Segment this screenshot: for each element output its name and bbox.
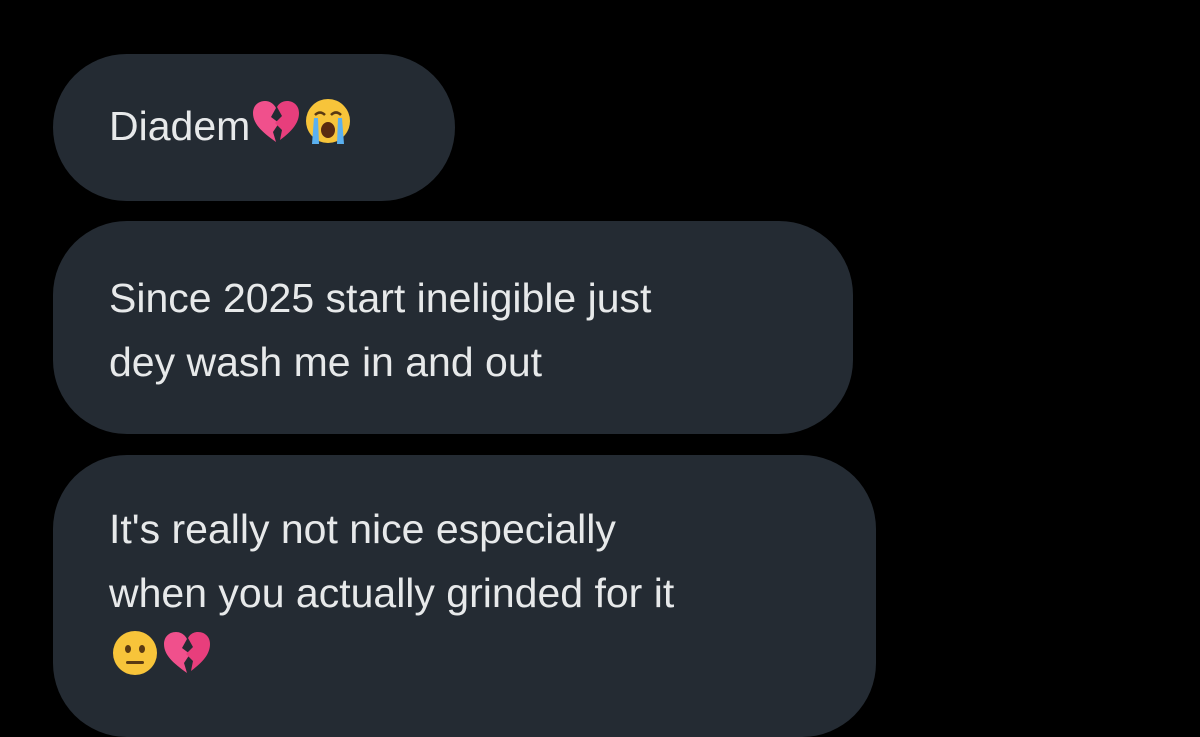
message-text: Diadem [109,103,251,149]
broken-heart-icon [250,96,302,148]
message-line: It's really not nice especially [109,506,616,552]
message-thread: Diadem Since 2025 start ineligible just … [0,0,1200,737]
message-bubble[interactable]: Since 2025 start ineligible just dey was… [53,221,853,434]
message-line: Diadem [109,94,403,158]
broken-heart-icon [161,627,213,679]
message-line: when you actually grinded for it [109,570,675,616]
message-bubble[interactable]: Diadem [53,54,455,201]
message-line: Since 2025 start ineligible just [109,275,652,321]
neutral-face-icon [109,627,161,679]
emoji-line [109,625,824,689]
message-bubble[interactable]: It's really not nice especially when you… [53,455,876,737]
loudly-crying-face-icon [302,96,354,148]
message-line: dey wash me in and out [109,339,543,385]
